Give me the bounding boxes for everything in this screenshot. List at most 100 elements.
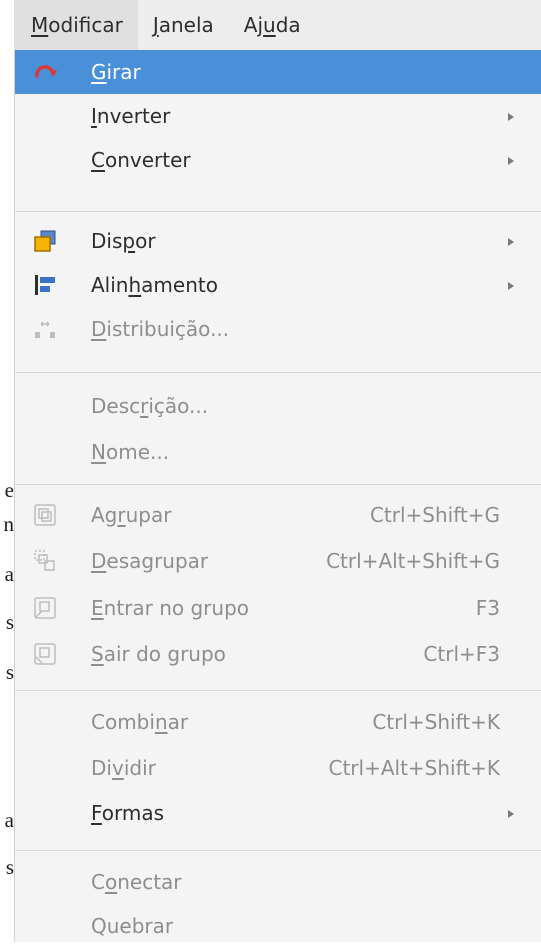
exit-group-icon — [31, 640, 59, 668]
label-post: air do grupo — [103, 642, 226, 666]
bg-text-line: s — [5, 660, 14, 684]
menu-item-girar[interactable]: Girar — [15, 50, 541, 94]
bg-text-line: a — [4, 808, 14, 832]
bg-text-line: a — [4, 562, 14, 586]
menu-item-converter[interactable]: Converter — [15, 138, 541, 182]
rotate-icon — [31, 58, 59, 86]
shortcut-label: Ctrl+Alt+Shift+K — [328, 756, 500, 780]
label-pre: Ag — [91, 503, 118, 527]
menu-ajuda[interactable]: Aj u da — [229, 0, 316, 50]
label-pre: Quebrar — [91, 914, 174, 938]
menu-item-dispor[interactable]: Dispor — [15, 219, 541, 263]
label-post: or — [135, 229, 156, 253]
label-mnemonic: D — [91, 317, 107, 341]
label-post: amento — [141, 273, 218, 297]
menu-item-combinar[interactable]: Combinar Ctrl+Shift+K — [15, 700, 541, 744]
shortcut-label: F3 — [475, 596, 500, 620]
menu-separator — [15, 484, 541, 485]
label-mnemonic: n — [154, 710, 168, 734]
label-mnemonic: r — [117, 503, 126, 527]
align-left-icon — [31, 271, 59, 299]
menu-item-formas[interactable]: Formas — [15, 791, 541, 835]
submenu-arrow-icon — [508, 282, 514, 290]
submenu-arrow-icon — [508, 238, 514, 246]
shortcut-label: Ctrl+Shift+G — [369, 503, 500, 527]
label-pre: Di — [91, 756, 112, 780]
menu-separator — [15, 850, 541, 851]
label-pre: Combi — [91, 710, 155, 734]
arrange-icon — [31, 227, 59, 255]
distribute-icon — [31, 315, 59, 343]
label-post: ormas — [101, 801, 165, 825]
shortcut-label: Ctrl+Shift+K — [372, 710, 500, 734]
menu-item-label: Converter — [91, 148, 191, 172]
bg-text-line: n — [3, 512, 15, 536]
menu-modificar[interactable]: Modificar — [14, 0, 138, 50]
menu-item-descricao[interactable]: Descrição... — [15, 384, 541, 428]
submenu-arrow-icon — [508, 810, 514, 818]
label-post: esagrupar — [106, 549, 209, 573]
menu-ajuda-pre: Aj — [243, 13, 264, 37]
menu-item-inverter[interactable]: Inverter — [15, 94, 541, 138]
menu-item-entrar-grupo[interactable]: Entrar no grupo F3 — [15, 586, 541, 630]
menu-item-label: Agrupar — [91, 503, 171, 527]
label-post: onverter — [104, 148, 191, 172]
enter-group-icon — [31, 594, 59, 622]
label-post: ome... — [105, 440, 170, 464]
menu-item-sair-grupo[interactable]: Sair do grupo Ctrl+F3 — [15, 632, 541, 676]
menu-bar: Modificar Janela Aj u da — [14, 0, 541, 51]
background-document: e n a s s a s — [0, 0, 15, 942]
label-mnemonic: E — [91, 596, 104, 620]
menu-item-label: Alinhamento — [91, 273, 218, 297]
menu-item-label: Distribuição... — [91, 317, 229, 341]
menu-item-desagrupar[interactable]: Desagrupar Ctrl+Alt+Shift+G — [15, 539, 541, 583]
menu-item-distribuicao[interactable]: Distribuição... — [15, 307, 541, 351]
menu-modificar-post: odificar — [48, 13, 123, 37]
menu-item-label: Desagrupar — [91, 549, 208, 573]
menu-item-label: Quebrar — [91, 914, 173, 938]
menu-item-label: Dispor — [91, 229, 156, 253]
menu-item-label: Conectar — [91, 870, 182, 894]
menu-separator — [15, 372, 541, 373]
submenu-arrow-icon — [508, 113, 514, 121]
submenu-arrow-icon — [508, 157, 514, 165]
menu-modificar-mnemonic: M — [31, 13, 49, 37]
menu-separator — [15, 690, 541, 691]
label-mnemonic: p — [122, 229, 136, 253]
menu-item-conectar[interactable]: Conectar — [15, 860, 541, 904]
label-mnemonic: D — [91, 549, 107, 573]
label-mnemonic: v — [111, 756, 124, 780]
bg-text-line: s — [5, 610, 14, 634]
shortcut-label: Ctrl+Alt+Shift+G — [326, 549, 500, 573]
menu-item-label: Girar — [91, 60, 141, 84]
menu-item-alinhamento[interactable]: Alinhamento — [15, 263, 541, 307]
label-post: nectar — [117, 870, 182, 894]
label-mnemonic: o — [104, 870, 118, 894]
label-pre: Dis — [91, 229, 123, 253]
bg-text-line: e — [4, 478, 14, 502]
menu-item-quebrar[interactable]: Quebrar — [15, 904, 541, 948]
menu-ajuda-post: da — [275, 13, 301, 37]
label-pre: C — [91, 870, 105, 894]
label-post: ição... — [148, 394, 209, 418]
label-post: ar — [167, 710, 189, 734]
menu-janela[interactable]: Janela — [138, 0, 229, 50]
menu-item-agrupar[interactable]: Agrupar Ctrl+Shift+G — [15, 493, 541, 537]
bg-text-line: s — [5, 855, 14, 879]
menu-ajuda-mnemonic: u — [263, 13, 276, 37]
menu-janela-post: anela — [158, 13, 214, 37]
label-pre: Desc — [91, 394, 141, 418]
menu-item-nome[interactable]: Nome... — [15, 430, 541, 474]
menu-item-dividir[interactable]: Dividir Ctrl+Alt+Shift+K — [15, 746, 541, 790]
label-mnemonic: F — [91, 801, 102, 825]
ungroup-icon — [31, 547, 59, 575]
menu-item-label: Dividir — [91, 756, 156, 780]
shortcut-label: Ctrl+F3 — [423, 642, 500, 666]
modificar-dropdown: Girar Inverter Converter Dispor Alinhame… — [14, 50, 541, 942]
menu-item-label: Entrar no grupo — [91, 596, 249, 620]
menu-item-label: Formas — [91, 801, 164, 825]
label-post: idir — [123, 756, 156, 780]
label-post: istribuição... — [106, 317, 230, 341]
label-mnemonic: S — [91, 642, 104, 666]
label-mnemonic: C — [91, 148, 105, 172]
